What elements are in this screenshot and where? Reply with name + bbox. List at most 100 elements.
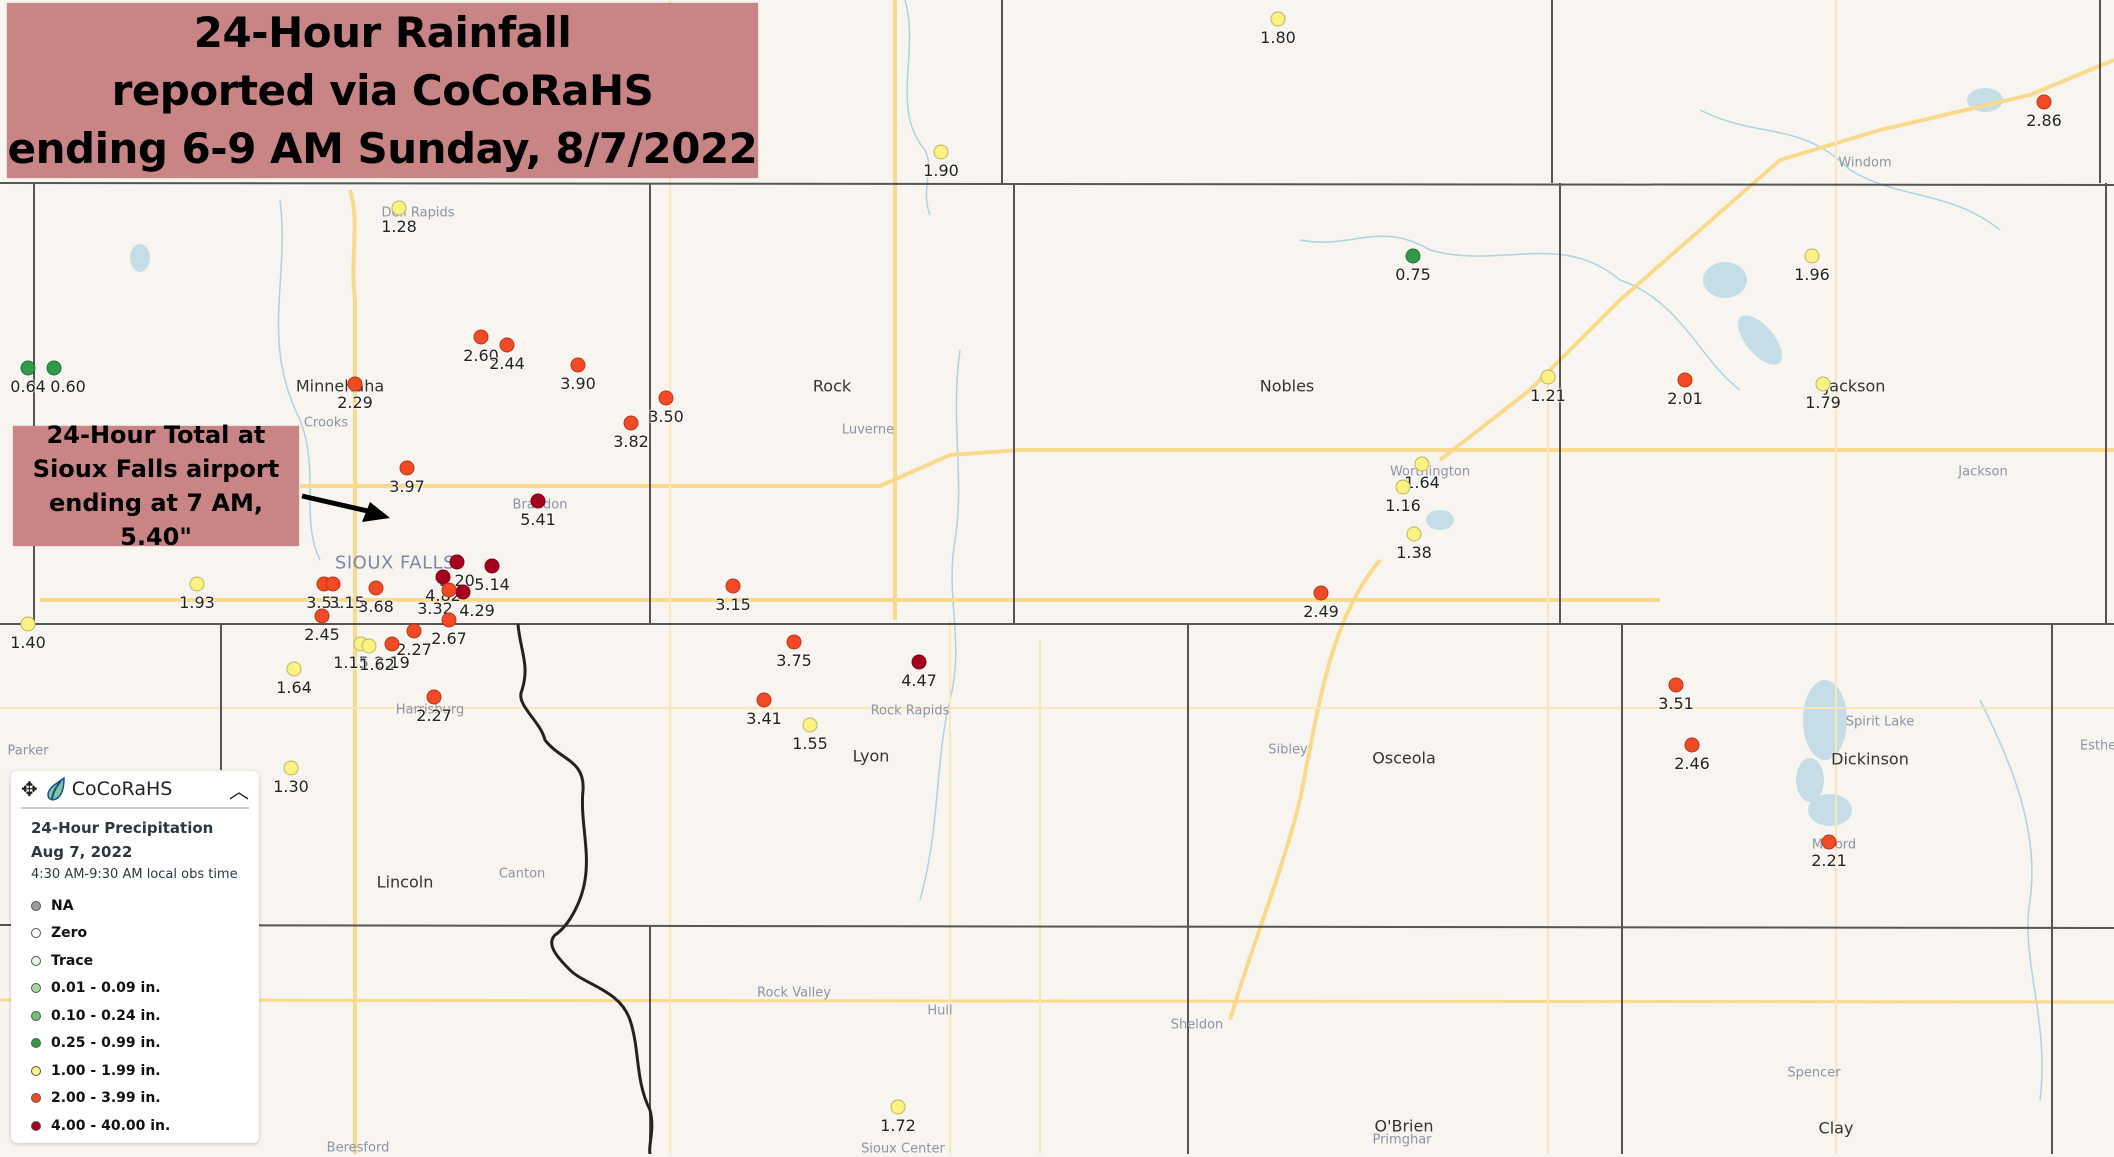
station-dot[interactable]: [391, 200, 407, 216]
legend-item: 2.00 - 3.99 in.: [31, 1085, 259, 1113]
station-value: 2.67: [431, 629, 467, 648]
station-value: 2.01: [1667, 389, 1703, 408]
station-dot[interactable]: [399, 460, 415, 476]
legend-date: Aug 7, 2022: [31, 843, 133, 861]
legend-item: 0.01 - 0.09 in.: [31, 975, 259, 1003]
station-value: 3.82: [613, 432, 649, 451]
station-dot[interactable]: [1406, 526, 1422, 542]
station-dot[interactable]: [1313, 585, 1329, 601]
station-dot[interactable]: [449, 554, 465, 570]
station-dot[interactable]: [20, 360, 36, 376]
station-dot[interactable]: [1668, 677, 1684, 693]
station-value: 1.96: [1794, 265, 1830, 284]
legend-swatch: [31, 955, 41, 966]
station-dot[interactable]: [499, 337, 515, 353]
station-dot[interactable]: [623, 415, 639, 431]
station-value: 1.16: [1385, 496, 1421, 515]
legend-label: 0.25 - 0.99 in.: [51, 1035, 161, 1052]
legend-item: Trace: [31, 947, 259, 975]
station-dot[interactable]: [347, 376, 363, 392]
station-value: 4.47: [901, 671, 937, 690]
station-dot[interactable]: [2036, 94, 2052, 110]
station-dot[interactable]: [725, 578, 741, 594]
station-dot[interactable]: [756, 692, 772, 708]
station-value: 1.80: [1260, 28, 1296, 47]
station-dot[interactable]: [1540, 369, 1556, 385]
station-dot[interactable]: [933, 144, 949, 160]
station-value: 3.75: [776, 651, 812, 670]
station-dot[interactable]: [530, 493, 546, 509]
station-value: 3.15: [715, 595, 751, 614]
station-dot[interactable]: [1270, 11, 1286, 27]
station-dot[interactable]: [361, 638, 377, 654]
station-value: 0.64: [10, 377, 46, 396]
station-dot[interactable]: [1395, 479, 1411, 495]
station-dot[interactable]: [283, 760, 299, 776]
station-dot[interactable]: [911, 654, 927, 670]
airport-annotation: 24-Hour Total at Sioux Falls airport end…: [13, 421, 299, 551]
station-dot[interactable]: [455, 584, 471, 600]
title-line-1: 24-Hour Rainfall: [193, 7, 572, 57]
station-dot[interactable]: [1414, 456, 1430, 472]
chevron-up-icon[interactable]: ︿: [229, 775, 249, 804]
station-value: 1.40: [10, 633, 46, 652]
station-value: 2.86: [2026, 111, 2062, 130]
legend-title: 24-Hour Precipitation: [31, 819, 214, 837]
station-value: 1.64: [276, 678, 312, 697]
station-value: 1.28: [381, 217, 417, 236]
station-dot[interactable]: [426, 689, 442, 705]
station-dot[interactable]: [473, 329, 489, 345]
station-value: 3.50: [648, 407, 684, 426]
station-dot[interactable]: [406, 623, 422, 639]
station-dot[interactable]: [786, 634, 802, 650]
station-dot[interactable]: [570, 357, 586, 373]
station-dot[interactable]: [441, 612, 457, 628]
station-dot[interactable]: [1815, 376, 1831, 392]
station-dot[interactable]: [1821, 834, 1837, 850]
legend-obs-time: 4:30 AM-9:30 AM local obs time: [31, 867, 238, 882]
station-dot[interactable]: [658, 390, 674, 406]
station-value: 2.21: [1811, 851, 1847, 870]
legend-item: 1.00 - 1.99 in.: [31, 1057, 259, 1085]
station-value: 3.68: [358, 597, 394, 616]
station-dot[interactable]: [890, 1099, 906, 1115]
legend-label: 1.00 - 1.99 in.: [51, 1062, 161, 1079]
station-dot[interactable]: [314, 608, 330, 624]
move-icon[interactable]: ✥: [21, 777, 38, 801]
legend-item: NA: [31, 892, 259, 920]
station-value: 1.79: [1805, 393, 1841, 412]
station-dot[interactable]: [46, 360, 62, 376]
station-value: 1.38: [1396, 543, 1432, 562]
station-value: 3.90: [560, 374, 596, 393]
station-dot[interactable]: [384, 636, 400, 652]
station-dot[interactable]: [484, 558, 500, 574]
station-dot[interactable]: [286, 661, 302, 677]
station-dot[interactable]: [802, 717, 818, 733]
legend-swatch: [31, 1093, 41, 1104]
legend-swatch: [31, 900, 41, 911]
station-dot[interactable]: [189, 576, 205, 592]
station-dot[interactable]: [441, 582, 457, 598]
legend-label: Trace: [51, 952, 94, 969]
station-dot[interactable]: [325, 576, 341, 592]
station-value: 2.45: [304, 625, 340, 644]
legend-swatch: [31, 1120, 41, 1131]
legend-header: ✥ CoCoRaHS ︿: [21, 771, 249, 809]
title-banner: 24-Hour Rainfall reported via CoCoRaHS e…: [7, 3, 758, 178]
station-dot[interactable]: [20, 616, 36, 632]
station-dot[interactable]: [1405, 248, 1421, 264]
station-dot[interactable]: [1677, 372, 1693, 388]
station-value: 2.49: [1303, 602, 1339, 621]
station-dot[interactable]: [368, 580, 384, 596]
legend-item: 0.25 - 0.99 in.: [31, 1030, 259, 1058]
station-value: 1.72: [880, 1116, 916, 1135]
station-dot[interactable]: [1804, 248, 1820, 264]
legend-label: Zero: [51, 925, 88, 942]
station-value: 3.41: [746, 709, 782, 728]
legend-swatch: [31, 928, 41, 939]
station-value: 0.75: [1395, 265, 1431, 284]
station-value: 2.27: [416, 706, 452, 725]
station-dot[interactable]: [1684, 737, 1700, 753]
legend-label: 0.01 - 0.09 in.: [51, 980, 161, 997]
station-value: 2.44: [489, 354, 525, 373]
